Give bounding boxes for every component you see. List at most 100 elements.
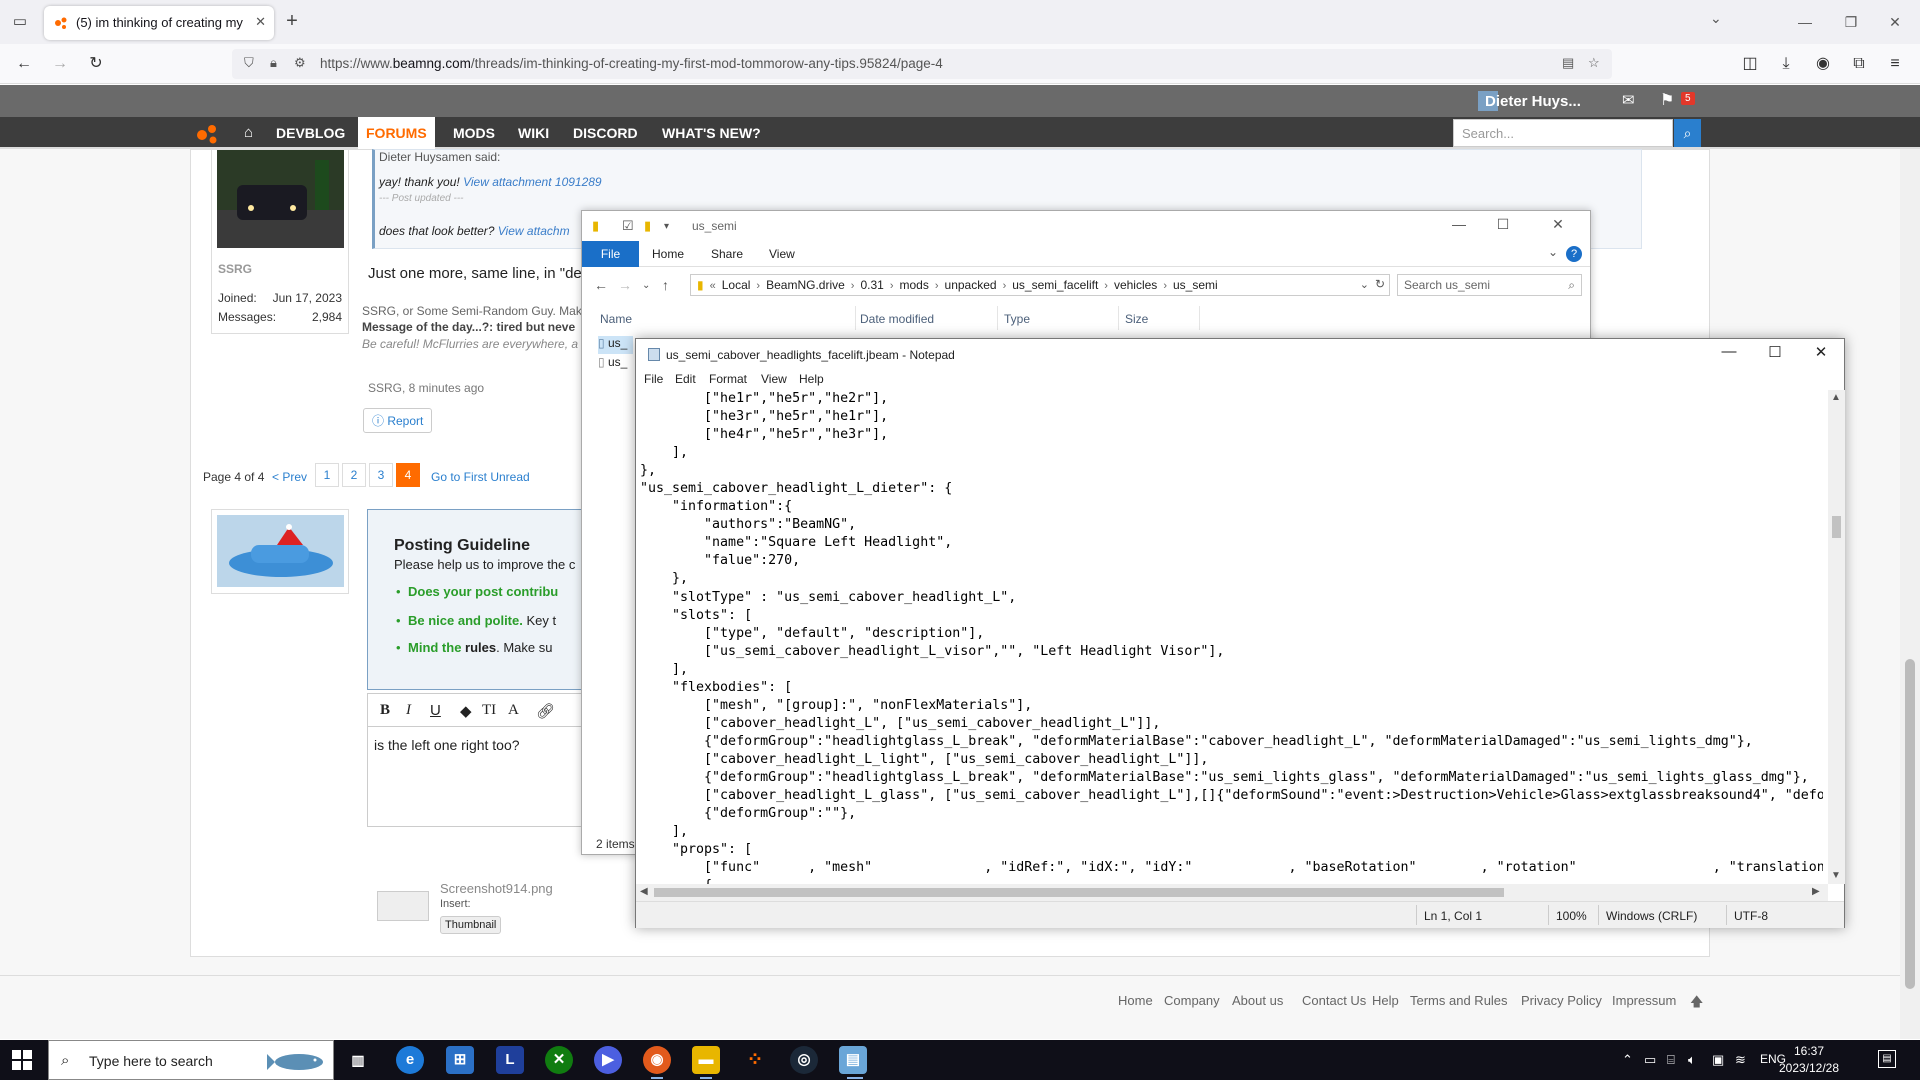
microsoft-store-icon[interactable]: ⊞ xyxy=(446,1046,474,1074)
attachment-link[interactable]: View attachm xyxy=(498,224,570,238)
go-to-first-unread-link[interactable]: Go to First Unread xyxy=(431,470,530,484)
quote-author[interactable]: Dieter Huysamen said: xyxy=(379,150,500,164)
italic-icon[interactable]: I xyxy=(406,702,411,719)
footer-impressum-link[interactable]: Impressum xyxy=(1612,993,1676,1008)
search-icon[interactable]: ⌕ xyxy=(1674,119,1701,147)
scroll-right-icon[interactable]: ▶ xyxy=(1812,886,1820,897)
column-name[interactable]: Name xyxy=(600,312,632,326)
display-icon[interactable]: ▣ xyxy=(1712,1052,1724,1068)
expand-ribbon-icon[interactable]: ⌄ xyxy=(1548,245,1558,259)
column-size[interactable]: Size xyxy=(1125,312,1148,326)
show-hidden-icons-icon[interactable]: ⌃ xyxy=(1622,1052,1633,1068)
beamng-icon[interactable]: ⁘ xyxy=(741,1046,769,1074)
address-bar[interactable]: ▮ «Local › BeamNG.drive › 0.31 › mods › unpacked ›… xyxy=(690,274,1390,296)
downloads-icon[interactable]: ⤓ xyxy=(1774,52,1798,76)
pocket-icon[interactable]: ◫ xyxy=(1738,52,1762,76)
menu-icon[interactable]: ≡ xyxy=(1883,52,1907,76)
ribbon-tab-view[interactable]: View xyxy=(769,247,795,261)
media-player-icon[interactable]: ▶ xyxy=(594,1046,622,1074)
alerts-flag-icon[interactable]: ⚑ xyxy=(1660,90,1674,110)
page-link-1[interactable]: 1 xyxy=(315,463,339,487)
close-icon[interactable]: ✕ xyxy=(1538,216,1578,233)
ribbon-file-tab[interactable]: File xyxy=(582,241,639,267)
clock-date[interactable]: 2023/12/28 xyxy=(1770,1061,1848,1075)
file-row[interactable]: ▯ us_ xyxy=(598,336,633,354)
page-link-2[interactable]: 2 xyxy=(342,463,366,487)
mail-icon[interactable]: ✉ xyxy=(1622,91,1635,109)
tab-list-icon[interactable]: ▭ xyxy=(10,12,30,32)
crumb-us-semi[interactable]: us_semi xyxy=(1173,278,1218,292)
minimize-icon[interactable]: — xyxy=(1782,10,1828,34)
menu-view[interactable]: View xyxy=(761,372,787,386)
notification-center-icon[interactable]: ▤ xyxy=(1878,1050,1896,1068)
forward-icon[interactable]: → xyxy=(618,277,632,293)
report-button[interactable]: ⓘ Report xyxy=(363,408,433,433)
rules-link[interactable]: rules xyxy=(461,640,496,655)
scroll-up-icon[interactable]: ▲ xyxy=(1831,392,1841,403)
nav-whats-new[interactable]: WHAT'S NEW? xyxy=(654,117,769,149)
close-window-icon[interactable]: ✕ xyxy=(1872,10,1918,34)
user-avatar[interactable] xyxy=(217,515,344,587)
crumb-beamng[interactable]: BeamNG.drive xyxy=(766,278,845,292)
menu-edit[interactable]: Edit xyxy=(675,372,696,386)
footer-home-link[interactable]: Home xyxy=(1118,993,1153,1008)
reload-icon[interactable]: ↻ xyxy=(84,52,108,76)
insert-thumbnail-button[interactable]: Thumbnail xyxy=(440,916,502,934)
ribbon-tab-home[interactable]: Home xyxy=(652,247,684,261)
nav-discord[interactable]: DISCORD xyxy=(565,117,646,149)
scroll-down-icon[interactable]: ▼ xyxy=(1831,870,1841,881)
restore-icon[interactable]: ❐ xyxy=(1828,10,1874,34)
font-family-icon[interactable]: A xyxy=(508,702,519,719)
text-color-icon[interactable]: ◆ xyxy=(460,702,472,720)
browser-tab-active[interactable]: (5) im thinking of creating my first mod… xyxy=(44,6,274,40)
lock-icon[interactable]: 🔒︎ xyxy=(270,55,277,71)
crumb-unpacked[interactable]: unpacked xyxy=(945,278,997,292)
column-type[interactable]: Type xyxy=(1004,312,1030,326)
page-link-3[interactable]: 3 xyxy=(369,463,393,487)
new-tab-button[interactable]: + xyxy=(280,10,304,34)
horizontal-scrollbar-thumb[interactable] xyxy=(654,888,1504,897)
ribbon-tab-share[interactable]: Share xyxy=(711,247,743,261)
footer-company-link[interactable]: Company xyxy=(1164,993,1220,1008)
wifi-icon[interactable]: ≋ xyxy=(1735,1052,1746,1068)
footer-terms-link[interactable]: Terms and Rules xyxy=(1410,993,1508,1008)
explorer-search-input[interactable]: Search us_semi ⌕ xyxy=(1397,274,1582,296)
user-avatar[interactable] xyxy=(217,150,344,248)
shield-icon[interactable]: ⛉ xyxy=(244,55,254,71)
nav-wiki[interactable]: WIKI xyxy=(510,117,557,149)
recent-locations-icon[interactable]: ⌄ xyxy=(642,280,650,291)
help-icon[interactable]: ? xyxy=(1566,246,1582,262)
refresh-icon[interactable]: ↻ xyxy=(1375,277,1385,291)
crumb-version[interactable]: 0.31 xyxy=(860,278,883,292)
maximize-icon[interactable]: ☐ xyxy=(1752,343,1798,361)
footer-privacy-link[interactable]: Privacy Policy xyxy=(1521,993,1602,1008)
notepad-taskbar-icon[interactable]: ▤ xyxy=(839,1046,867,1074)
properties-icon[interactable]: ☑ xyxy=(622,218,634,234)
customize-quick-access-icon[interactable]: ▾ xyxy=(664,221,669,232)
column-divider[interactable] xyxy=(997,306,998,330)
footer-help-link[interactable]: Help xyxy=(1372,993,1399,1008)
back-to-top-icon[interactable]: 🡅 xyxy=(1690,993,1703,1015)
steam-icon[interactable]: ◎ xyxy=(790,1046,818,1074)
minimize-icon[interactable]: — xyxy=(1706,343,1752,360)
user-name[interactable]: Dieter Huys... xyxy=(1485,93,1581,110)
device-icon[interactable]: ⌸ xyxy=(1667,1052,1675,1068)
site-search-input[interactable]: Search... xyxy=(1453,119,1673,147)
tab-close-icon[interactable]: ✕ xyxy=(255,14,266,30)
column-date-modified[interactable]: Date modified xyxy=(860,312,934,326)
windows-start-icon[interactable] xyxy=(12,1050,32,1070)
firefox-icon[interactable]: ◉ xyxy=(643,1046,671,1074)
column-divider[interactable] xyxy=(855,306,856,330)
attachment-thumbnail[interactable] xyxy=(377,891,429,921)
column-divider[interactable] xyxy=(1118,306,1119,330)
beamng-logo-icon[interactable] xyxy=(196,124,218,144)
crumb-mods[interactable]: mods xyxy=(900,278,929,292)
maximize-icon[interactable]: ☐ xyxy=(1483,216,1523,233)
up-icon[interactable]: ↑ xyxy=(662,277,669,293)
back-icon[interactable]: ← xyxy=(12,52,36,76)
taskbar-search-box[interactable]: ⌕ Type here to search xyxy=(48,1040,334,1080)
menu-help[interactable]: Help xyxy=(799,372,824,386)
nav-mods[interactable]: MODS xyxy=(445,117,503,149)
vertical-scrollbar-thumb[interactable] xyxy=(1832,516,1841,538)
notepad-text-area[interactable]: ["he1r","he5r","he2r"], ["he3r","he5r","… xyxy=(640,390,1823,884)
